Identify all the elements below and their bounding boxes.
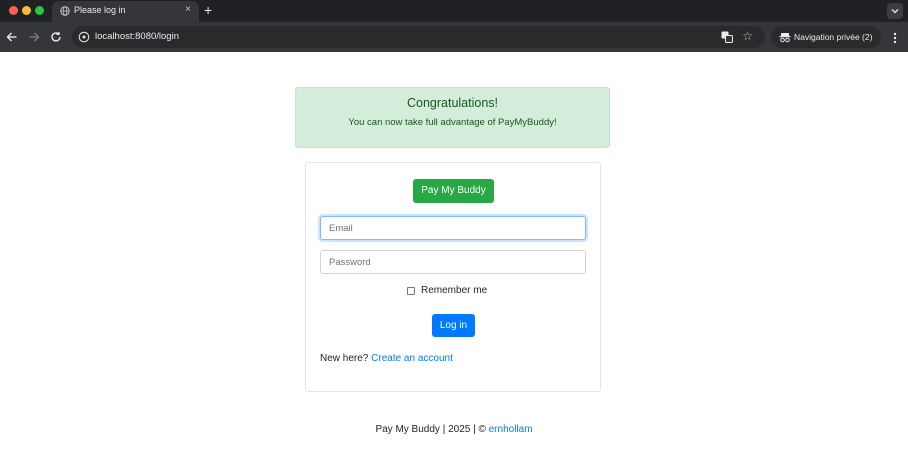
active-tab[interactable]: Please log in × [52,1,199,22]
maximize-window-button[interactable] [35,6,44,15]
signup-prompt: New here? Create an account [320,353,453,364]
email-input[interactable] [320,216,586,240]
brand-button[interactable]: Pay My Buddy [413,179,494,203]
login-button[interactable]: Log in [432,314,475,337]
translate-icon[interactable] [721,31,733,43]
footer-text: Pay My Buddy | 2025 | © [375,424,489,435]
incognito-label: Navigation privée (2) [794,32,873,42]
forward-arrow-icon[interactable] [27,30,41,44]
success-alert: Congratulations! You can now take full a… [295,87,610,148]
back-arrow-icon[interactable] [5,30,19,44]
browser-toolbar: localhost:8080/login ☆ Navigation privée… [0,22,908,52]
chevron-down-icon [891,9,899,14]
footer: Pay My Buddy | 2025 | © ernhollam [0,424,908,435]
new-tab-icon[interactable]: + [204,2,212,18]
url-text: localhost:8080/login [95,31,179,42]
more-menu-icon[interactable] [889,31,901,45]
alert-message: You can now take full advantage of PayMy… [348,117,557,128]
reload-icon[interactable] [49,30,63,44]
incognito-icon [779,33,791,43]
incognito-indicator[interactable]: Navigation privée (2) [771,26,881,48]
author-link[interactable]: ernhollam [489,424,533,435]
close-window-button[interactable] [9,6,18,15]
globe-icon [60,6,70,16]
bookmark-star-icon[interactable]: ☆ [742,30,753,43]
login-card: Pay My Buddy Remember me Log in New here… [305,162,601,392]
password-input[interactable] [320,250,586,274]
remember-me-checkbox[interactable] [407,287,415,295]
tab-bar: Please log in × + [0,0,908,22]
remember-me-label[interactable]: Remember me [421,285,487,296]
tab-search-button[interactable] [887,3,903,19]
minimize-window-button[interactable] [22,6,31,15]
tab-title: Please log in [74,5,126,15]
tab-close-icon[interactable]: × [185,4,191,16]
site-info-icon[interactable] [78,31,90,43]
create-account-link[interactable]: Create an account [371,353,453,364]
signup-text: New here? [320,353,369,364]
alert-title: Congratulations! [406,96,499,110]
address-bar[interactable]: localhost:8080/login ☆ [72,26,765,48]
